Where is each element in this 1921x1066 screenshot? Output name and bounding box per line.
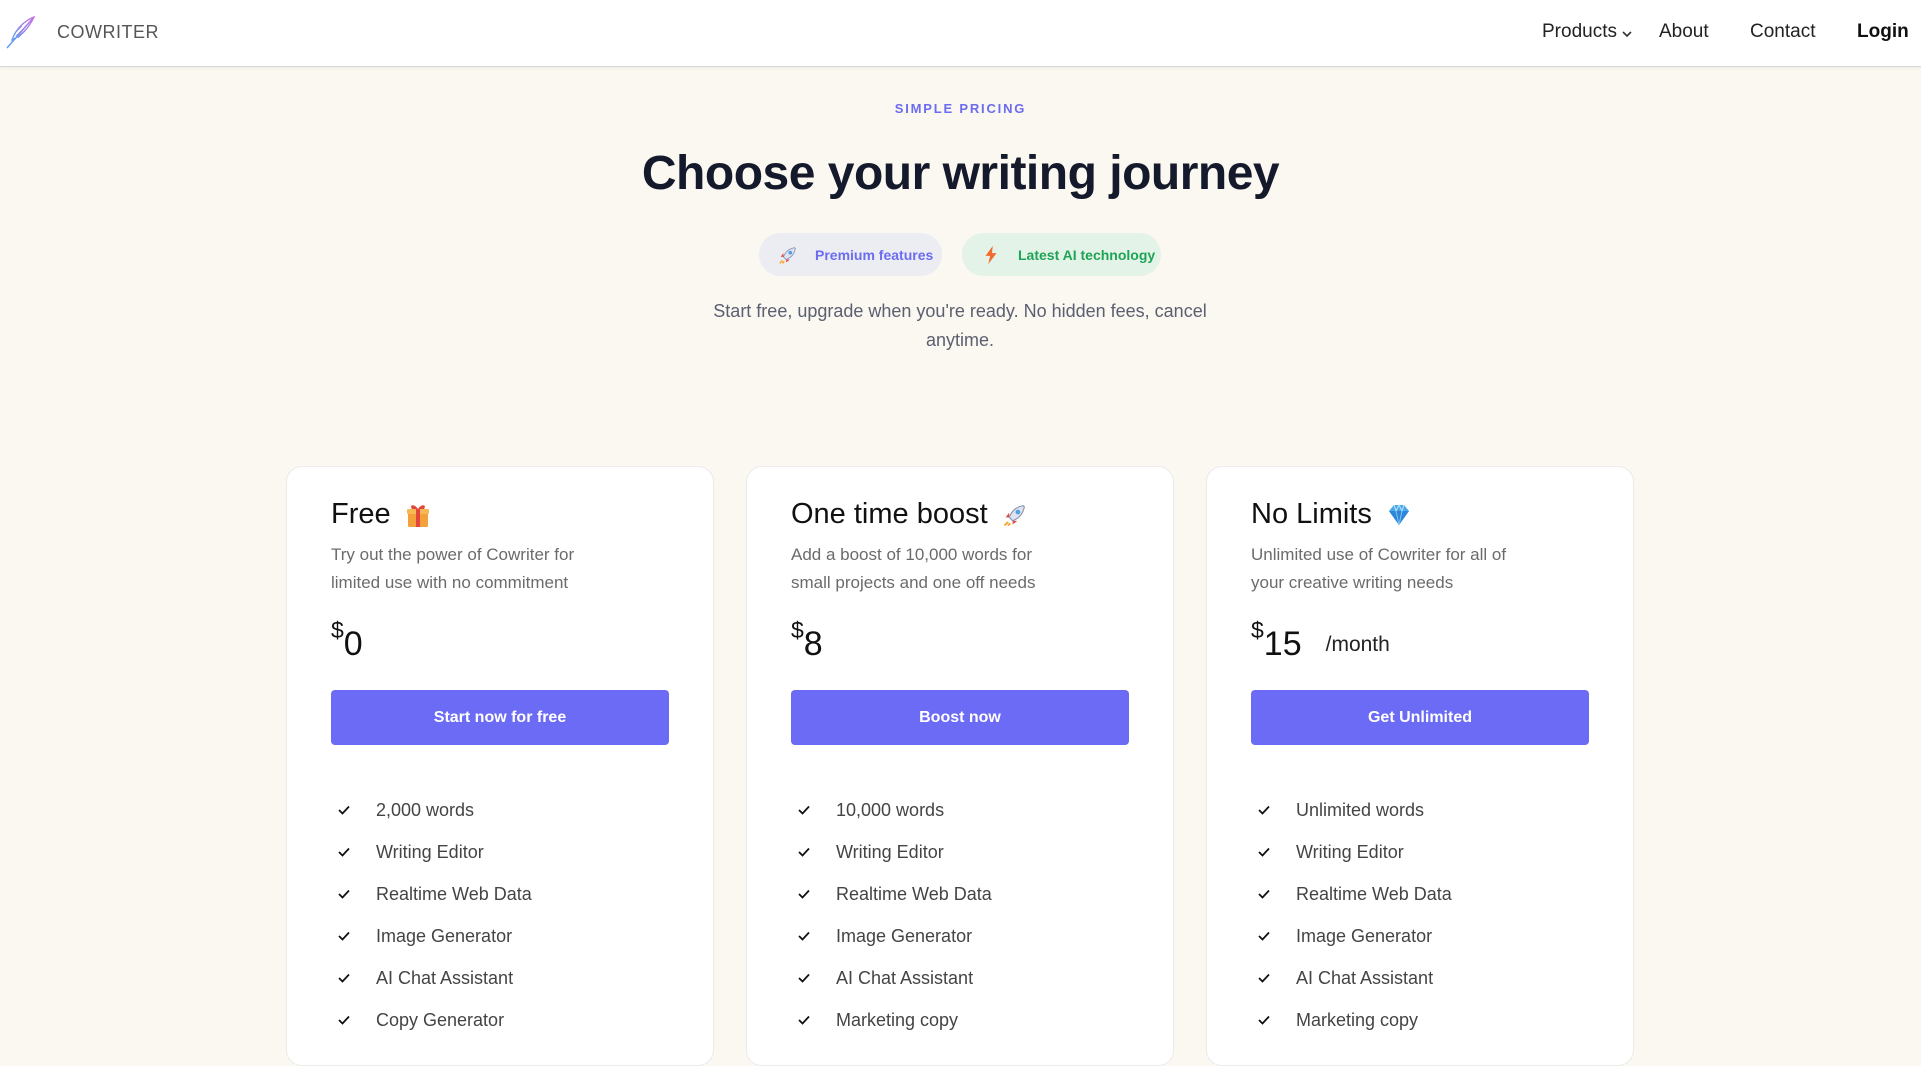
feature-label: 10,000 words — [836, 799, 945, 820]
feature-item: Realtime Web Data — [797, 873, 992, 915]
feature-item: 2,000 words — [337, 789, 532, 831]
check-icon — [338, 889, 350, 899]
feature-item: AI Chat Assistant — [337, 957, 532, 999]
plan-description: Add a boost of 10,000 words for small pr… — [791, 545, 1036, 592]
feature-label: Marketing copy — [836, 1009, 959, 1030]
feature-label: Realtime Web Data — [836, 883, 992, 904]
feature-item: Copy Generator — [337, 999, 532, 1041]
price-period: /month — [1325, 633, 1390, 656]
premium-features-badge: Premium features — [759, 233, 942, 276]
price-currency: $ — [791, 617, 804, 643]
feature-label: Image Generator — [836, 925, 973, 946]
feature-label: Realtime Web Data — [1296, 883, 1452, 904]
check-icon — [1258, 847, 1270, 857]
feature-item: 10,000 words — [797, 789, 992, 831]
feature-item: Marketing copy — [797, 999, 992, 1041]
pricing-eyebrow: SIMPLE PRICING — [894, 101, 1027, 116]
feature-list: Unlimited words Writing Editor Realtime … — [1257, 789, 1452, 1041]
page-title: Choose your writing journey — [641, 147, 1280, 200]
price-amount: 8 — [803, 625, 823, 663]
nav-about-link[interactable]: About — [1659, 21, 1709, 43]
feature-label: Image Generator — [376, 925, 513, 946]
plan-title: One time boost — [791, 498, 1029, 531]
plan-title: Free — [331, 498, 432, 531]
check-icon — [798, 847, 810, 857]
feature-item: Writing Editor — [1257, 831, 1452, 873]
get-unlimited-button[interactable]: Get Unlimited — [1251, 690, 1589, 745]
feature-label: AI Chat Assistant — [376, 967, 514, 988]
feature-item: AI Chat Assistant — [797, 957, 992, 999]
plan-price: $ 0 — [331, 615, 363, 664]
plan-card-no-limits: No Limits Unlimited use of Cowriter for … — [1206, 466, 1634, 1066]
feature-item: Image Generator — [797, 915, 992, 957]
nav-contact-link[interactable]: Contact — [1750, 21, 1815, 43]
check-icon — [1258, 931, 1270, 941]
feature-item: AI Chat Assistant — [1257, 957, 1452, 999]
feature-item: Unlimited words — [1257, 789, 1452, 831]
plan-price: $ 15 /month — [1251, 615, 1390, 664]
rocket-icon — [1003, 504, 1025, 526]
feature-label: Writing Editor — [836, 841, 944, 862]
check-icon — [798, 973, 810, 983]
feature-item: Writing Editor — [337, 831, 532, 873]
check-icon — [1258, 805, 1270, 815]
plan-description: Unlimited use of Cowriter for all of you… — [1251, 545, 1507, 592]
latest-ai-label: Latest AI technology — [1018, 246, 1156, 263]
plan-title: No Limits — [1251, 498, 1413, 531]
feature-label: Marketing copy — [1296, 1009, 1419, 1030]
feature-label: Copy Generator — [376, 1009, 505, 1030]
feature-item: Writing Editor — [797, 831, 992, 873]
plan-name: One time boost — [791, 498, 988, 530]
check-icon — [338, 973, 350, 983]
nav-products-link[interactable]: Products — [1542, 21, 1617, 43]
check-icon — [338, 847, 350, 857]
pricing-subtitle: Start free, upgrade when you're ready. N… — [713, 301, 1207, 350]
plan-description: Try out the power of Cowriter for limite… — [331, 545, 575, 592]
feature-item: Marketing copy — [1257, 999, 1452, 1041]
chevron-down-icon[interactable] — [1621, 28, 1633, 40]
top-navbar: COWRITER Products About Contact Login — [0, 0, 1921, 67]
feature-item: Image Generator — [1257, 915, 1452, 957]
premium-features-label: Premium features — [815, 246, 934, 263]
price-currency: $ — [1251, 617, 1264, 643]
check-icon — [338, 931, 350, 941]
feature-item: Realtime Web Data — [1257, 873, 1452, 915]
plan-card-free: Free Try out the power of Cowriter for l… — [286, 466, 714, 1066]
feature-label: Realtime Web Data — [376, 883, 532, 904]
feature-list: 2,000 words Writing Editor Realtime Web … — [337, 789, 532, 1041]
latest-ai-badge: Latest AI technology — [962, 233, 1161, 276]
feature-label: AI Chat Assistant — [836, 967, 974, 988]
feature-list: 10,000 words Writing Editor Realtime Web… — [797, 789, 992, 1041]
feature-label: Writing Editor — [376, 841, 484, 862]
quill-logo-icon[interactable] — [4, 14, 38, 50]
plan-price: $ 8 — [791, 615, 823, 664]
plan-card-one-time-boost: One time boost Add a boost of 10,000 wor… — [746, 466, 1174, 1066]
check-icon — [798, 931, 810, 941]
check-icon — [1258, 973, 1270, 983]
gift-icon — [406, 504, 429, 527]
nav-login-link[interactable]: Login — [1857, 21, 1909, 43]
plan-name: No Limits — [1251, 498, 1372, 530]
feature-item: Image Generator — [337, 915, 532, 957]
rocket-icon — [779, 246, 796, 264]
feature-label: AI Chat Assistant — [1296, 967, 1434, 988]
check-icon — [1258, 889, 1270, 899]
check-icon — [338, 805, 350, 815]
feature-label: Unlimited words — [1296, 799, 1425, 820]
feature-label: Image Generator — [1296, 925, 1433, 946]
feature-item: Realtime Web Data — [337, 873, 532, 915]
feature-label: Writing Editor — [1296, 841, 1404, 862]
plan-name: Free — [331, 498, 391, 530]
feature-label: 2,000 words — [376, 799, 475, 820]
price-currency: $ — [331, 617, 344, 643]
boost-now-button[interactable]: Boost now — [791, 690, 1129, 745]
lightning-icon — [985, 245, 997, 264]
price-amount: 15 — [1263, 625, 1302, 663]
gem-icon — [1388, 503, 1409, 525]
check-icon — [798, 889, 810, 899]
start-free-button[interactable]: Start now for free — [331, 690, 669, 745]
price-amount: 0 — [343, 625, 363, 663]
check-icon — [798, 805, 810, 815]
brand-name[interactable]: COWRITER — [57, 22, 159, 43]
